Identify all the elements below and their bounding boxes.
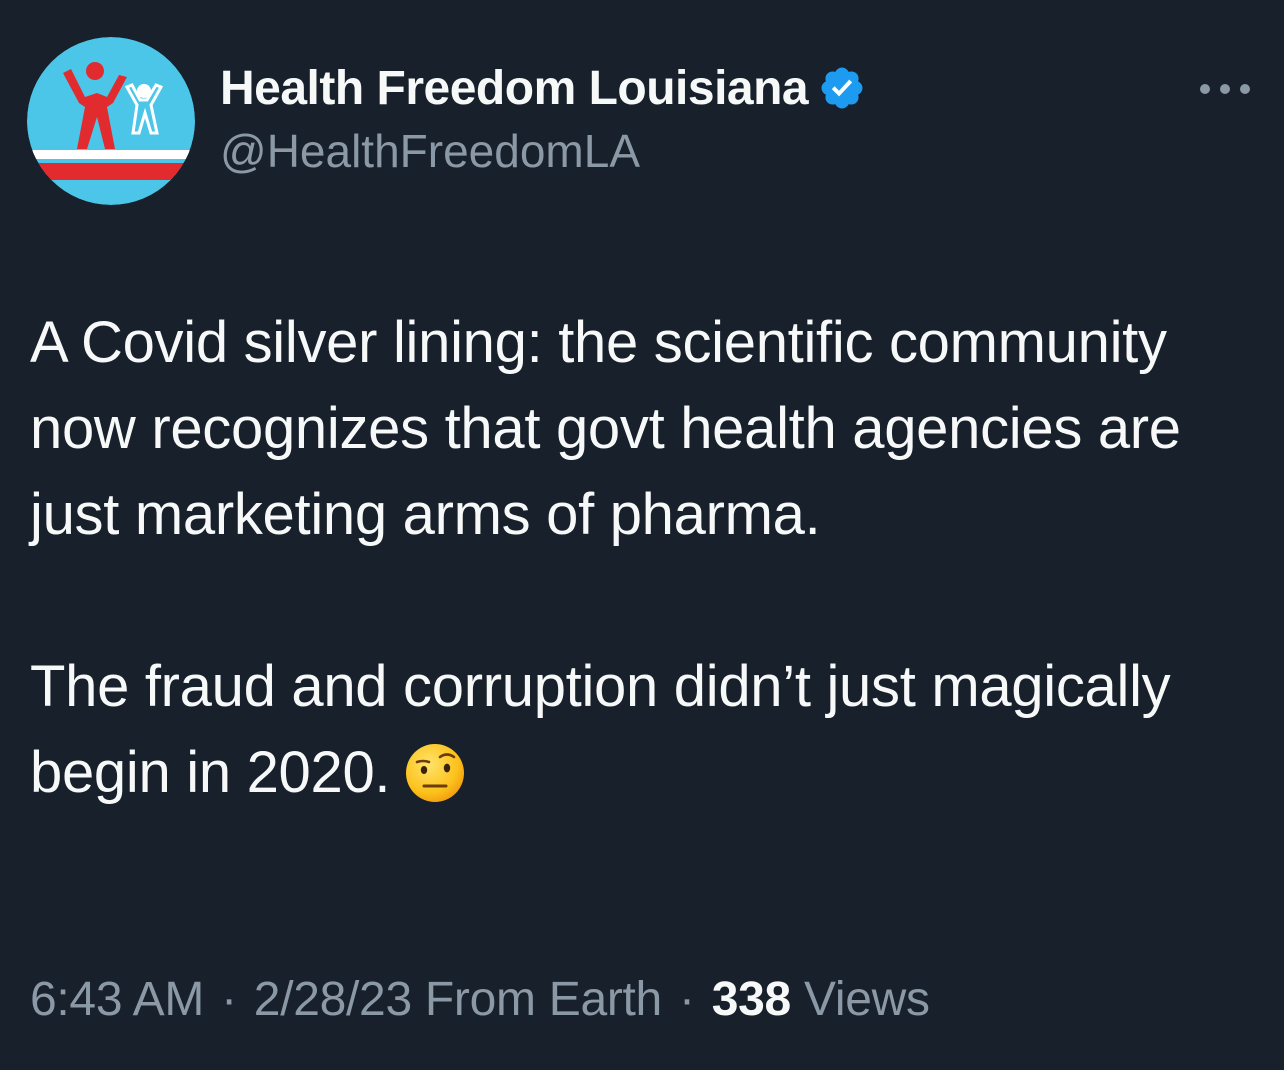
dot [1200,84,1210,94]
separator: · [679,973,695,1026]
tweet-text: A Covid silver lining: the scientific co… [30,300,1264,816]
separator: · [221,973,237,1026]
tweet-time[interactable]: 6:43 AM [30,973,204,1026]
display-name[interactable]: Health Freedom Louisiana [220,61,809,116]
views-label[interactable]: Views [804,973,930,1026]
author-block: Health Freedom Louisiana @HealthFreedomL… [220,58,866,178]
verified-badge-icon[interactable] [818,64,866,112]
name-row: Health Freedom Louisiana [220,58,866,118]
tweet-paragraph-text: The fraud and corruption didn’t just mag… [30,654,1171,805]
tweet-paragraph: A Covid silver lining: the scientific co… [30,310,1181,547]
health-freedom-logo [27,37,195,205]
tweet-date[interactable]: 2/28/23 [254,973,412,1026]
views-count[interactable]: 338 [712,973,791,1026]
tweet-meta: 6:43 AM · 2/28/23 From Earth · 338 Views [30,968,930,1032]
tweet-source: From Earth [424,973,662,1026]
user-handle[interactable]: @HealthFreedomLA [220,124,866,178]
dot [1220,84,1230,94]
avatar[interactable] [27,37,195,205]
dot [1240,84,1250,94]
tweet: Health Freedom Louisiana @HealthFreedomL… [0,0,1284,1070]
tweet-paragraph-2: The fraud and corruption didn’t just mag… [30,644,1264,816]
face-with-raised-eyebrow-emoji [404,742,466,804]
more-options-icon[interactable] [1200,74,1250,104]
